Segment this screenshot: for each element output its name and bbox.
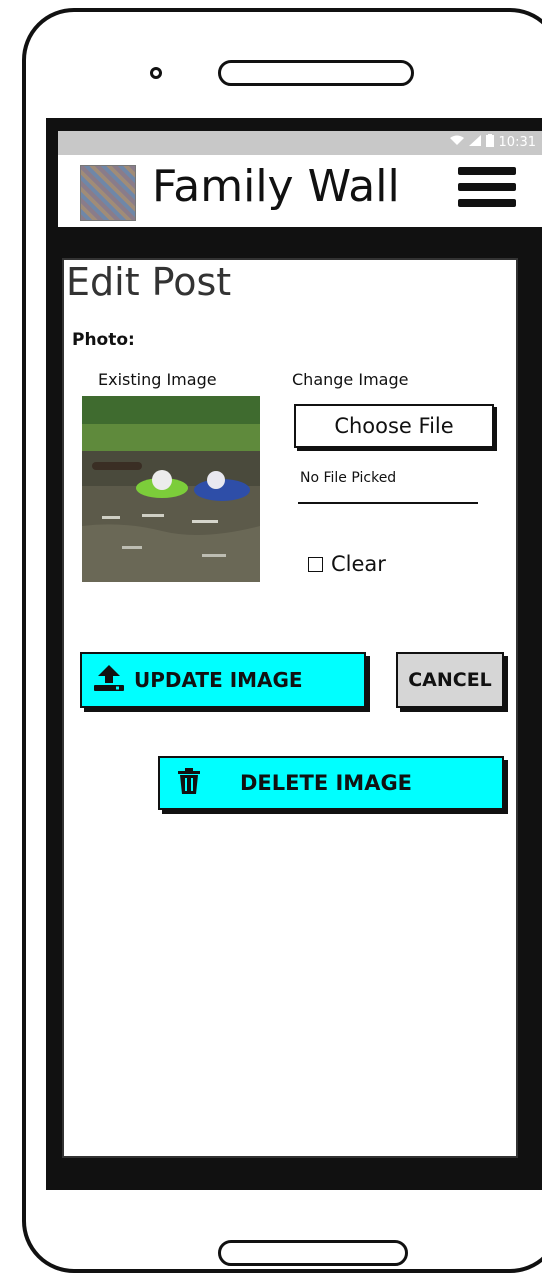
clear-checkbox[interactable]: [308, 556, 323, 572]
update-image-button[interactable]: UPDATE IMAGE: [80, 652, 366, 708]
trash-icon: [178, 767, 200, 799]
battery-icon: [485, 134, 494, 150]
earpiece-speaker: [218, 60, 414, 86]
edit-post-panel: Edit Post Photo: Existing Image Change I…: [62, 258, 518, 1158]
upload-icon: [94, 664, 124, 696]
clear-label: Clear: [331, 552, 386, 576]
hamburger-menu-icon[interactable]: [458, 167, 516, 219]
status-bar: 10:31: [58, 131, 542, 155]
app-logo: [80, 165, 136, 221]
wifi-icon: [449, 135, 464, 149]
choose-file-button[interactable]: Choose File: [294, 404, 494, 448]
page-title: Edit Post: [66, 260, 232, 304]
signal-icon: [468, 135, 481, 149]
cancel-button[interactable]: CANCEL: [396, 652, 504, 708]
delete-image-label: DELETE IMAGE: [240, 771, 413, 795]
existing-image-label: Existing Image: [98, 370, 217, 389]
app-header: Family Wall: [58, 155, 542, 227]
clear-checkbox-row[interactable]: Clear: [308, 552, 386, 576]
status-icons: 10:31: [449, 134, 536, 150]
status-time: 10:31: [498, 134, 536, 150]
delete-image-button[interactable]: DELETE IMAGE: [158, 756, 504, 810]
file-status-text: No File Picked: [300, 470, 397, 486]
home-bar[interactable]: [218, 1240, 408, 1266]
existing-image-thumbnail: [82, 396, 260, 582]
file-status-underline: [298, 502, 478, 504]
update-image-label: UPDATE IMAGE: [134, 668, 303, 692]
front-camera: [150, 67, 162, 79]
photo-label: Photo:: [72, 330, 135, 350]
change-image-label: Change Image: [292, 370, 409, 389]
app-title: Family Wall: [152, 161, 400, 212]
